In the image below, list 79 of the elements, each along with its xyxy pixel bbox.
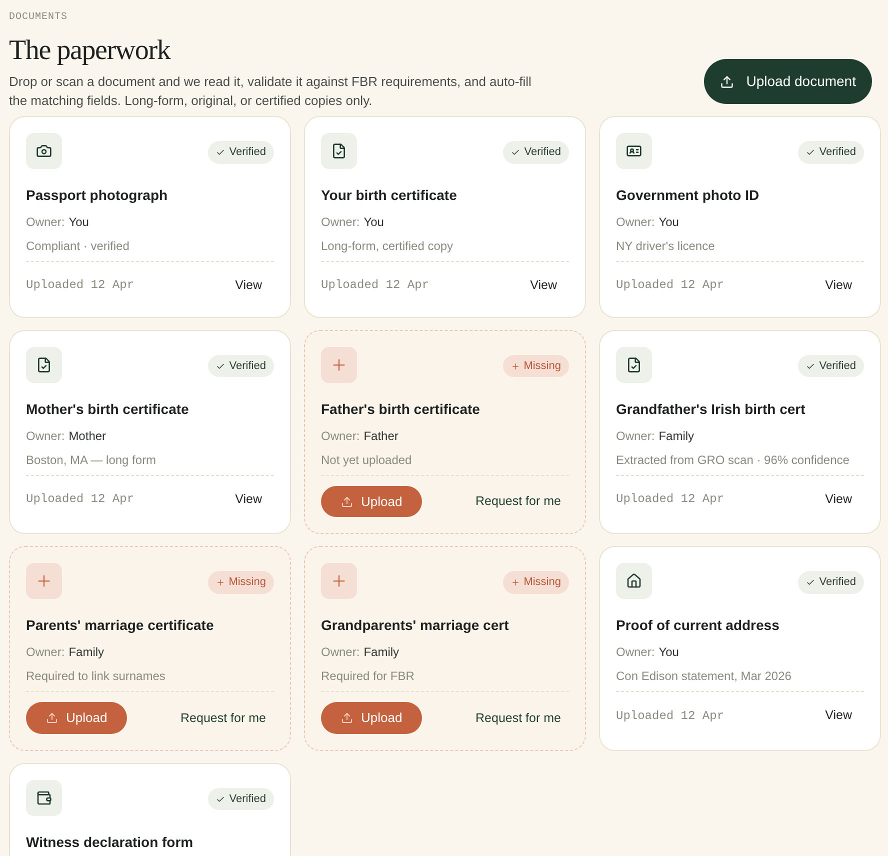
document-icon <box>331 143 347 159</box>
status-badge: Verified <box>798 571 864 594</box>
document-title: Grandparents' marriage cert <box>321 616 510 636</box>
document-title: Witness declaration form <box>26 832 194 852</box>
document-title: Government photo ID <box>616 186 760 205</box>
view-link[interactable]: View <box>825 276 864 295</box>
status-badge: Verified <box>798 141 864 164</box>
view-link[interactable]: View <box>235 276 274 295</box>
document-note: Compliant · verified <box>26 238 130 255</box>
upload-date: Uploaded 12 Apr <box>321 277 430 294</box>
upload-icon <box>46 712 58 724</box>
page-title: The paperwork <box>9 34 172 68</box>
owner-label: Owner: <box>321 214 360 231</box>
status-badge: Verified <box>208 141 274 164</box>
upload-icon <box>341 496 353 508</box>
owner-value: Family <box>68 644 104 662</box>
owner-label: Owner: <box>321 428 360 445</box>
id-card-icon <box>626 143 642 159</box>
document-title: Father's birth certificate <box>321 400 481 419</box>
house-icon <box>626 573 642 590</box>
upload-button[interactable]: Upload <box>321 702 422 734</box>
document-note: Required for FBR <box>321 668 416 686</box>
request-link[interactable]: Request for me <box>476 492 569 511</box>
upload-document-button[interactable]: Upload document <box>704 59 872 104</box>
request-link[interactable]: Request for me <box>180 708 274 728</box>
document-title: Passport photograph <box>26 186 169 205</box>
document-title: Parents' marriage certificate <box>26 616 215 636</box>
status-badge: Verified <box>798 354 864 378</box>
upload-button[interactable]: Upload <box>321 486 422 518</box>
status-badge: Verified <box>208 788 274 810</box>
document-note: Boston, MA — long form <box>26 452 158 469</box>
page-description: Drop or scan a document and we read it, validate it against FBR requirements, and auto-fill the matching fields. Long-form, original, or certified copies only. <box>9 73 532 110</box>
upload-date: Uploaded 12 Apr <box>616 277 724 294</box>
view-link[interactable]: View <box>825 490 864 508</box>
document-note: Required to link surnames <box>26 668 166 686</box>
upload-date: Uploaded 12 Apr <box>616 708 724 725</box>
owner-value: You <box>68 214 89 231</box>
status-badge: Verified <box>503 141 569 164</box>
owner-label: Owner: <box>26 644 65 662</box>
document-note: Not yet uploaded <box>321 452 413 469</box>
document-title: Proof of current address <box>616 616 780 636</box>
upload-date: Uploaded 12 Apr <box>26 277 134 294</box>
status-badge: Missing <box>208 571 274 594</box>
owner-value: Father <box>364 428 398 445</box>
owner-label: Owner: <box>616 214 655 231</box>
camera-icon <box>36 143 52 159</box>
owner-label: Owner: <box>616 644 655 662</box>
document-note: Extracted from GRO scan · 96% confidence <box>616 452 850 469</box>
upload-date: Uploaded 12 Apr <box>26 491 134 508</box>
owner-label: Owner: <box>26 214 65 231</box>
upload-icon <box>720 74 734 88</box>
document-title: Mother's birth certificate <box>26 400 190 419</box>
status-badge: Missing <box>502 571 569 594</box>
owner-value: Family <box>658 428 694 445</box>
upload-icon <box>341 712 353 724</box>
view-link[interactable]: View <box>825 706 864 725</box>
document-note: NY driver's licence <box>616 238 716 255</box>
document-icon <box>36 356 52 373</box>
owner-label: Owner: <box>26 428 65 445</box>
status-badge: Missing <box>502 354 569 378</box>
owner-value: You <box>658 644 679 662</box>
owner-value: Family <box>364 644 400 662</box>
owner-value: You <box>364 214 384 231</box>
owner-label: Owner: <box>321 644 360 662</box>
owner-value: You <box>658 214 679 231</box>
document-note: Con Edison statement, Mar 2026 <box>616 668 792 686</box>
status-badge: Verified <box>208 354 274 378</box>
document-title: Your birth certificate <box>321 186 458 205</box>
view-link[interactable]: View <box>530 276 569 295</box>
upload-button[interactable]: Upload <box>26 702 128 734</box>
view-link[interactable]: View <box>235 490 274 508</box>
owner-label: Owner: <box>616 428 655 445</box>
document-icon <box>626 356 642 373</box>
owner-value: Mother <box>68 428 106 445</box>
request-link[interactable]: Request for me <box>476 708 569 728</box>
document-title: Grandfather's Irish birth cert <box>616 400 806 419</box>
upload-date: Uploaded 12 Apr <box>616 491 724 508</box>
document-note: Long-form, certified copy <box>321 238 454 255</box>
section-eyebrow: DOCUMENTS <box>9 11 69 25</box>
